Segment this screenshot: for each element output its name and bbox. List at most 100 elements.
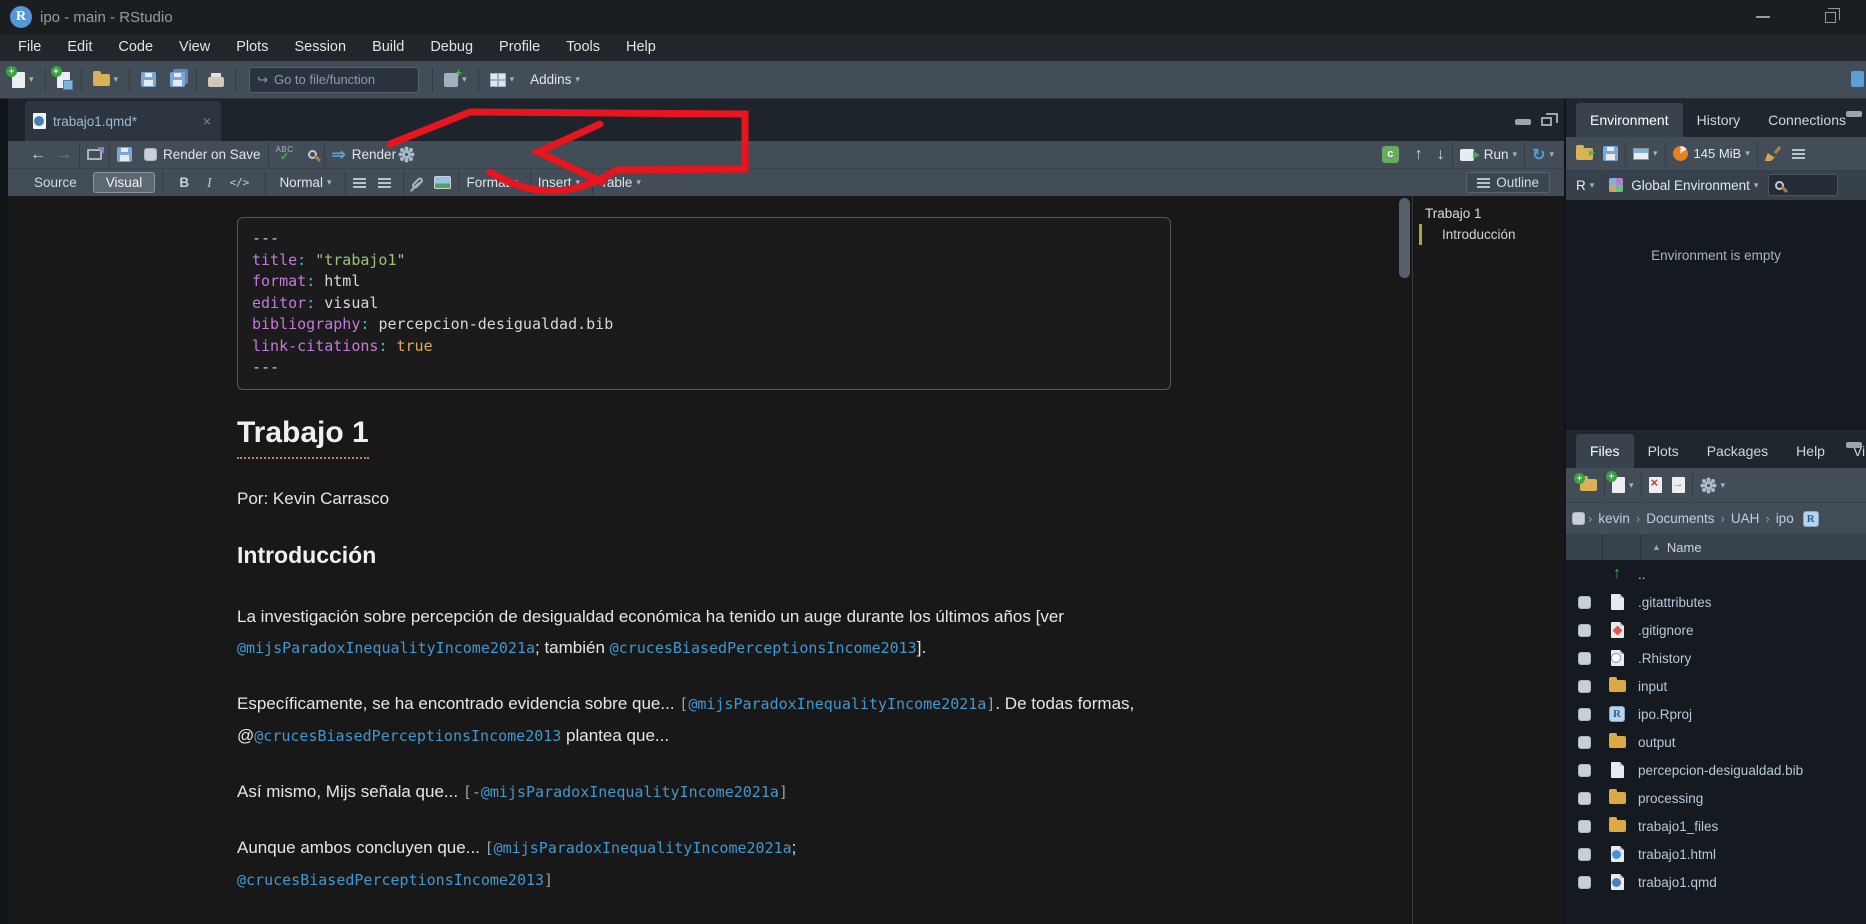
menu-debug[interactable]: Debug bbox=[417, 34, 486, 61]
search-icon[interactable] bbox=[308, 150, 317, 159]
print-button[interactable] bbox=[204, 70, 228, 90]
file-name[interactable]: trabajo1.qmd bbox=[1638, 875, 1717, 890]
file-name[interactable]: .Rhistory bbox=[1638, 651, 1691, 666]
chevron-down-icon[interactable]: ▾ bbox=[1754, 180, 1759, 191]
tab-connections[interactable]: Connections bbox=[1754, 103, 1860, 137]
yaml-front-matter[interactable]: --- title: "trabajo1" format: html edito… bbox=[237, 217, 1171, 390]
file-row[interactable]: output bbox=[1566, 728, 1866, 756]
minimize-icon[interactable] bbox=[1756, 16, 1770, 18]
environment-scope-dropdown[interactable]: Global Environment bbox=[1631, 178, 1750, 193]
save-all-button[interactable] bbox=[166, 69, 189, 90]
pane-minimize-icon[interactable] bbox=[1846, 111, 1862, 117]
citation[interactable]: @mijsParadoxInequalityIncome2021a bbox=[481, 783, 779, 801]
source-mode-button[interactable]: Source bbox=[34, 175, 77, 190]
forward-icon[interactable]: → bbox=[56, 146, 72, 164]
chevron-down-icon[interactable]: ▾ bbox=[1549, 149, 1554, 160]
tab-plots[interactable]: Plots bbox=[1634, 434, 1693, 468]
save-icon[interactable] bbox=[117, 147, 132, 162]
file-row[interactable]: .gitignore bbox=[1566, 616, 1866, 644]
workspace-panes-button[interactable]: ▾ bbox=[486, 70, 519, 90]
breadcrumb-kevin[interactable]: kevin bbox=[1598, 511, 1630, 526]
new-file-button[interactable]: ▾ bbox=[8, 69, 38, 91]
environment-search-input[interactable] bbox=[1768, 174, 1838, 196]
file-row[interactable]: trabajo1_files bbox=[1566, 812, 1866, 840]
render-label[interactable]: Render bbox=[352, 147, 396, 162]
chevron-down-icon[interactable]: ▾ bbox=[636, 177, 641, 188]
menu-plots[interactable]: Plots bbox=[223, 34, 281, 61]
version-control-button[interactable]: ▾ bbox=[440, 70, 471, 90]
file-checkbox[interactable] bbox=[1578, 820, 1591, 833]
goto-file-input[interactable]: ↪ Go to file/function bbox=[249, 67, 419, 93]
citation[interactable]: @mijsParadoxInequalityIncome2021a bbox=[494, 839, 792, 857]
file-checkbox[interactable] bbox=[1578, 848, 1591, 861]
file-checkbox[interactable] bbox=[1578, 708, 1591, 721]
tab-environment[interactable]: Environment bbox=[1576, 103, 1683, 137]
chevron-down-icon[interactable]: ▾ bbox=[576, 177, 581, 188]
pane-restore-icon[interactable] bbox=[1541, 117, 1552, 126]
addins-button[interactable]: Addins▾ bbox=[526, 69, 584, 90]
tab-viewer[interactable]: Vi bbox=[1839, 434, 1866, 468]
select-all-checkbox[interactable] bbox=[1572, 512, 1585, 525]
menu-profile[interactable]: Profile bbox=[486, 34, 553, 61]
delete-file-icon[interactable] bbox=[1649, 477, 1662, 493]
gear-icon[interactable] bbox=[402, 150, 411, 159]
file-name[interactable]: .gitignore bbox=[1638, 623, 1694, 638]
file-row[interactable]: R ipo.Rproj bbox=[1566, 700, 1866, 728]
file-checkbox[interactable] bbox=[1578, 680, 1591, 693]
menu-code[interactable]: Code bbox=[105, 34, 166, 61]
pane-icon[interactable] bbox=[1851, 71, 1864, 87]
breadcrumb-ipo[interactable]: ipo bbox=[1776, 511, 1794, 526]
menu-tools[interactable]: Tools bbox=[553, 34, 613, 61]
numbered-list-icon[interactable] bbox=[378, 178, 391, 188]
document-canvas[interactable]: --- title: "trabajo1" format: html edito… bbox=[8, 196, 1564, 924]
go-previous-section-icon[interactable]: ↑ bbox=[1415, 146, 1423, 164]
name-column-header[interactable]: Name bbox=[1667, 540, 1702, 555]
file-row[interactable]: input bbox=[1566, 672, 1866, 700]
visual-editor-document[interactable]: --- title: "trabajo1" format: html edito… bbox=[237, 196, 1171, 896]
open-file-button[interactable]: ▾ bbox=[89, 71, 123, 89]
import-dataset-icon[interactable] bbox=[1633, 148, 1649, 160]
back-icon[interactable]: ← bbox=[30, 146, 46, 164]
file-name[interactable]: percepcion-desigualdad.bib bbox=[1638, 763, 1803, 778]
chevron-down-icon[interactable]: ▾ bbox=[1513, 149, 1518, 160]
file-name[interactable]: trabajo1.html bbox=[1638, 847, 1716, 862]
chevron-down-icon[interactable]: ▾ bbox=[1590, 180, 1595, 191]
file-name[interactable]: input bbox=[1638, 679, 1667, 694]
file-name[interactable]: trabajo1_files bbox=[1638, 819, 1718, 834]
spellcheck-icon[interactable]: ABC✓ bbox=[276, 146, 294, 163]
outline-item-trabajo1[interactable]: Trabajo 1 bbox=[1413, 203, 1564, 224]
new-blank-file-icon[interactable] bbox=[1612, 477, 1625, 493]
italic-button[interactable]: I bbox=[198, 175, 221, 191]
tab-help[interactable]: Help bbox=[1782, 434, 1839, 468]
editor-scrollbar[interactable] bbox=[1399, 198, 1410, 278]
file-name[interactable]: .. bbox=[1638, 567, 1646, 582]
file-row[interactable]: trabajo1.qmd bbox=[1566, 868, 1866, 896]
chevron-down-icon[interactable]: ▾ bbox=[1721, 480, 1726, 491]
outline-toggle-button[interactable]: Outline bbox=[1466, 172, 1550, 193]
copy-file-icon[interactable] bbox=[1672, 477, 1685, 493]
table-dropdown[interactable]: Table bbox=[600, 175, 632, 190]
save-button[interactable] bbox=[137, 69, 160, 90]
insert-chunk-icon[interactable]: c bbox=[1382, 146, 1399, 163]
run-label[interactable]: Run bbox=[1484, 147, 1509, 162]
list-view-icon[interactable] bbox=[1792, 149, 1805, 159]
chevron-down-icon[interactable]: ▾ bbox=[513, 177, 518, 188]
citation[interactable]: @mijsParadoxInequalityIncome2021a bbox=[237, 639, 535, 657]
tab-files[interactable]: Files bbox=[1576, 434, 1634, 468]
file-name[interactable]: output bbox=[1638, 735, 1676, 750]
memory-usage-label[interactable]: 145 MiB bbox=[1694, 146, 1742, 161]
format-dropdown[interactable]: Format bbox=[466, 175, 509, 190]
file-row[interactable]: percepcion-desigualdad.bib bbox=[1566, 756, 1866, 784]
new-project-button[interactable] bbox=[53, 69, 74, 91]
file-row[interactable]: ↑ .. bbox=[1566, 560, 1866, 588]
breadcrumb-documents[interactable]: Documents bbox=[1646, 511, 1714, 526]
menu-build[interactable]: Build bbox=[359, 34, 417, 61]
file-row[interactable]: .gitattributes bbox=[1566, 588, 1866, 616]
file-checkbox[interactable] bbox=[1578, 596, 1591, 609]
file-checkbox[interactable] bbox=[1578, 876, 1591, 889]
menu-edit[interactable]: Edit bbox=[54, 34, 105, 61]
citation[interactable]: @mijsParadoxInequalityIncome2021a bbox=[688, 695, 986, 713]
open-new-window-icon[interactable] bbox=[87, 149, 102, 160]
render-on-save-checkbox[interactable] bbox=[144, 148, 157, 161]
citation[interactable]: @crucesBiasedPerceptionsIncome2013 bbox=[610, 639, 917, 657]
